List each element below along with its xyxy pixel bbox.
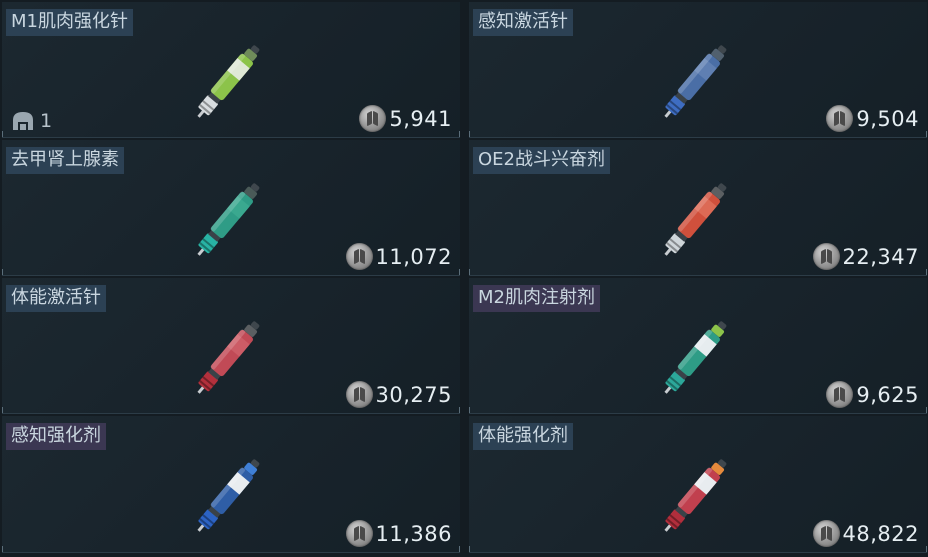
price-value: 48,822	[842, 521, 919, 546]
item-card[interactable]: OE2战斗兴奋剂 22,347	[469, 140, 927, 276]
item-card[interactable]: M1肌肉强化针 1 5,941	[2, 2, 460, 138]
price-tag: 48,822	[812, 520, 919, 547]
price-value: 5,941	[389, 106, 452, 131]
syringe-icon	[197, 45, 260, 118]
price-value: 22,347	[842, 244, 919, 269]
item-card[interactable]: 去甲肾上腺素 11,072	[2, 140, 460, 276]
syringe-icon	[664, 459, 727, 532]
item-card[interactable]: 体能强化剂 48,822	[469, 416, 927, 553]
coin-icon	[812, 520, 840, 547]
price-tag: 22,347	[812, 243, 919, 270]
price-value: 30,275	[375, 382, 452, 407]
item-card[interactable]: 体能激活针 30,275	[2, 278, 460, 414]
coin-icon	[826, 381, 854, 408]
item-name: M2肌肉注射剂	[473, 285, 600, 312]
syringe-icon	[197, 459, 260, 532]
price-value: 9,625	[856, 382, 919, 407]
syringe-icon	[197, 183, 260, 256]
coin-icon	[345, 520, 373, 547]
item-grid: M1肌肉强化针 1 5,941 感知激活针 9,504 去甲肾上腺素 11,07…	[0, 0, 928, 557]
price-tag: 30,275	[345, 381, 452, 408]
item-name: 感知强化剂	[6, 423, 106, 450]
price-value: 9,504	[856, 106, 919, 131]
price-value: 11,386	[375, 521, 452, 546]
helmet-icon	[13, 112, 33, 130]
item-card[interactable]: 感知强化剂 11,386	[2, 416, 460, 553]
price-tag: 5,941	[359, 105, 452, 132]
price-tag: 9,504	[826, 105, 919, 132]
item-name: M1肌肉强化针	[6, 9, 133, 36]
price-tag: 11,386	[345, 520, 452, 547]
coin-icon	[812, 243, 840, 270]
item-name: 去甲肾上腺素	[6, 147, 124, 174]
stack-value: 1	[40, 110, 53, 132]
syringe-icon	[664, 321, 727, 394]
price-tag: 9,625	[826, 381, 919, 408]
item-name: 体能强化剂	[473, 423, 573, 450]
item-name: 体能激活针	[6, 285, 106, 312]
coin-icon	[345, 381, 373, 408]
stack-count: 1	[10, 110, 52, 132]
item-name: 感知激活针	[473, 9, 573, 36]
syringe-icon	[664, 183, 727, 256]
syringe-icon	[197, 321, 260, 394]
price-tag: 11,072	[345, 243, 452, 270]
item-name: OE2战斗兴奋剂	[473, 147, 610, 174]
item-card[interactable]: M2肌肉注射剂 9,625	[469, 278, 927, 414]
coin-icon	[345, 243, 373, 270]
price-value: 11,072	[375, 244, 452, 269]
syringe-icon	[664, 45, 727, 118]
coin-icon	[826, 105, 854, 132]
coin-icon	[359, 105, 387, 132]
item-card[interactable]: 感知激活针 9,504	[469, 2, 927, 138]
